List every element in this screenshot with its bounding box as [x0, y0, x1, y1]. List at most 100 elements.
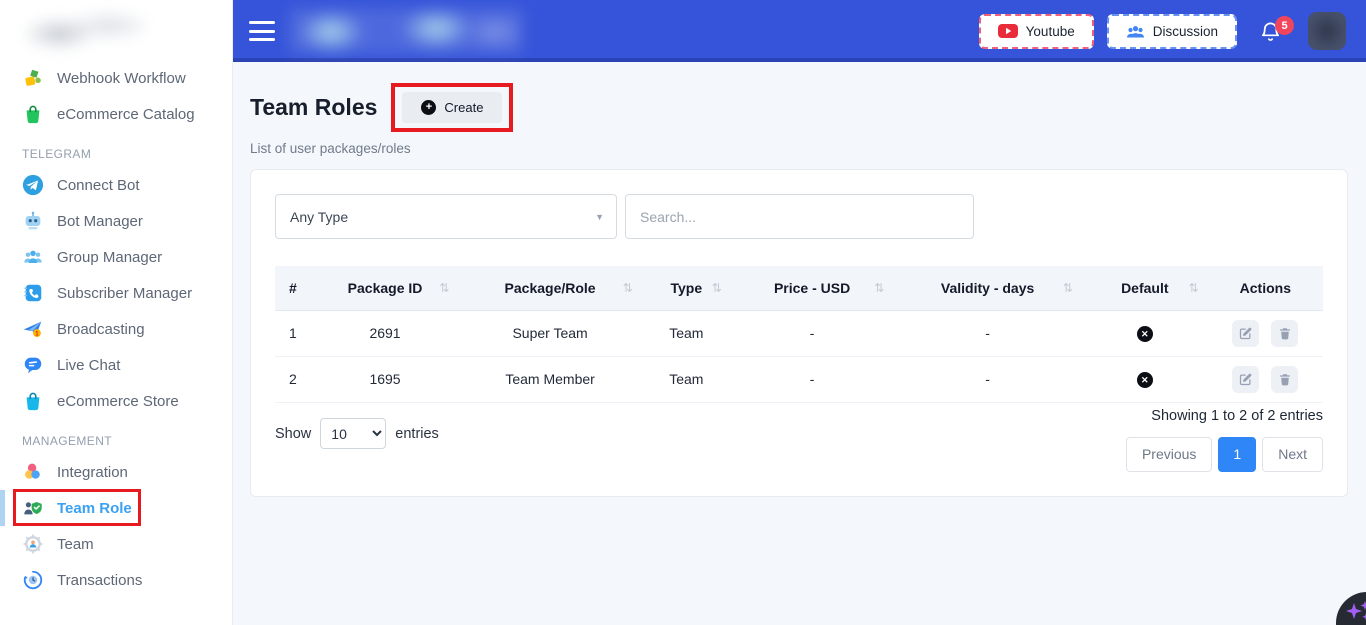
sidebar-item-broadcasting[interactable]: 1 Broadcasting [0, 311, 232, 347]
sort-icon: ⇅ [1189, 281, 1199, 295]
column-header-actions: Actions [1208, 266, 1323, 310]
sort-icon: ⇅ [1063, 281, 1073, 295]
cell-price: - [731, 310, 893, 356]
sidebar-item-webhook-workflow[interactable]: Webhook Workflow [0, 60, 232, 96]
delete-button[interactable] [1271, 320, 1298, 347]
integration-icon [22, 461, 44, 483]
user-avatar[interactable] [1308, 12, 1346, 50]
sidebar-item-label: Live Chat [57, 357, 120, 374]
contacts-icon [22, 282, 44, 304]
edit-button[interactable] [1232, 320, 1259, 347]
sidebar-item-label: Bot Manager [57, 213, 143, 230]
sidebar-item-ecommerce-store[interactable]: eCommerce Store [0, 383, 232, 419]
youtube-button-label: Youtube [1026, 24, 1075, 39]
app-root: Webhook Workflow eCommerce Catalog TELEG… [0, 0, 1366, 625]
next-page-button[interactable]: Next [1262, 437, 1323, 472]
main-column: Youtube Discussion 5 Team Roles + Create [233, 0, 1366, 625]
column-header-default[interactable]: Default⇅ [1082, 266, 1208, 310]
previous-page-button[interactable]: Previous [1126, 437, 1212, 472]
discussion-button-label: Discussion [1153, 24, 1218, 39]
showing-entries-text: Showing 1 to 2 of 2 entries [1151, 408, 1323, 424]
app-logo [12, 4, 147, 58]
roles-table: # Package ID⇅ Package/Role⇅ Type⇅ Price … [275, 266, 1323, 403]
edit-button[interactable] [1232, 366, 1259, 393]
sidebar-item-label: Transactions [57, 572, 142, 589]
table-card: Any Type ▼ # Package ID⇅ Package/Role⇅ T… [250, 169, 1348, 497]
cell-actions [1208, 310, 1323, 356]
discussion-button[interactable]: Discussion [1107, 14, 1237, 49]
cell-package-id: 2691 [312, 310, 459, 356]
plus-circle-icon: + [421, 100, 436, 115]
cell-default: ✕ [1082, 310, 1208, 356]
cell-validity: - [893, 356, 1082, 402]
sidebar-item-label: Integration [57, 464, 128, 481]
sort-icon: ⇅ [623, 281, 633, 295]
youtube-button[interactable]: Youtube [979, 14, 1094, 49]
page-size-select[interactable]: 10 [320, 418, 386, 449]
sidebar-item-connect-bot[interactable]: Connect Bot [0, 167, 232, 203]
transactions-icon [22, 569, 44, 591]
show-label: Show [275, 426, 311, 442]
create-button[interactable]: + Create [402, 92, 502, 123]
column-header-package-id[interactable]: Package ID⇅ [312, 266, 459, 310]
type-filter-select[interactable]: Any Type ▼ [275, 194, 617, 239]
sidebar-item-transactions[interactable]: Transactions [0, 562, 232, 598]
page-1-button[interactable]: 1 [1218, 437, 1256, 472]
sidebar-item-integration[interactable]: Integration [0, 454, 232, 490]
page-subtitle: List of user packages/roles [250, 141, 1350, 156]
team-gear-icon [22, 533, 44, 555]
cell-package-role: Super Team [458, 310, 641, 356]
cell-actions [1208, 356, 1323, 402]
table-row: 2 1695 Team Member Team - - ✕ [275, 356, 1323, 402]
sidebar-item-label: Broadcasting [57, 321, 145, 338]
blurred-nav-area [289, 8, 523, 54]
sidebar-item-bot-manager[interactable]: Bot Manager [0, 203, 232, 239]
shopping-bag-cyan-icon [22, 390, 44, 412]
sidebar: Webhook Workflow eCommerce Catalog TELEG… [0, 0, 233, 625]
column-header-validity[interactable]: Validity - days⇅ [893, 266, 1082, 310]
sidebar-item-group-manager[interactable]: Group Manager [0, 239, 232, 275]
discussion-icon [1126, 24, 1145, 39]
sidebar-item-subscriber-manager[interactable]: Subscriber Manager [0, 275, 232, 311]
cell-type: Team [642, 310, 731, 356]
table-header-row: # Package ID⇅ Package/Role⇅ Type⇅ Price … [275, 266, 1323, 310]
menu-toggle-icon[interactable] [249, 21, 275, 41]
page-content: Team Roles + Create List of user package… [233, 62, 1366, 625]
page-title: Team Roles [250, 94, 377, 121]
search-input[interactable] [625, 194, 974, 239]
sidebar-item-ecommerce-catalog[interactable]: eCommerce Catalog [0, 96, 232, 132]
table-row: 1 2691 Super Team Team - - ✕ [275, 310, 1323, 356]
column-header-price[interactable]: Price - USD⇅ [731, 266, 893, 310]
sparkles-icon [1343, 599, 1366, 625]
cell-num: 2 [275, 356, 312, 402]
robot-icon [22, 210, 44, 232]
pagination: Previous 1 Next [1126, 437, 1323, 472]
create-button-label: Create [444, 100, 483, 115]
sort-icon: ⇅ [874, 281, 884, 295]
caret-down-icon: ▼ [595, 212, 604, 222]
sidebar-item-team-role[interactable]: Team Role [0, 490, 232, 526]
delete-button[interactable] [1271, 366, 1298, 393]
sidebar-item-live-chat[interactable]: Live Chat [0, 347, 232, 383]
shopping-bag-green-icon [22, 103, 44, 125]
sidebar-item-label: Subscriber Manager [57, 285, 192, 302]
sidebar-item-label: Team Role [57, 500, 132, 517]
entries-label: entries [395, 426, 439, 442]
chat-bubble-icon [22, 354, 44, 376]
column-header-package-role[interactable]: Package/Role⇅ [458, 266, 641, 310]
cell-package-id: 1695 [312, 356, 459, 402]
workflow-icon [22, 67, 44, 89]
sidebar-item-label: Team [57, 536, 94, 553]
times-circle-icon: ✕ [1137, 326, 1153, 342]
cell-price: - [731, 356, 893, 402]
team-role-icon [22, 497, 44, 519]
telegram-icon [22, 174, 44, 196]
column-header-type[interactable]: Type⇅ [642, 266, 731, 310]
notification-count-badge: 5 [1275, 16, 1294, 35]
cell-num: 1 [275, 310, 312, 356]
notifications-button[interactable]: 5 [1259, 19, 1282, 43]
sidebar-item-team[interactable]: Team [0, 526, 232, 562]
sidebar-item-label: eCommerce Catalog [57, 106, 195, 123]
column-header-num: # [275, 266, 312, 310]
cell-package-role: Team Member [458, 356, 641, 402]
